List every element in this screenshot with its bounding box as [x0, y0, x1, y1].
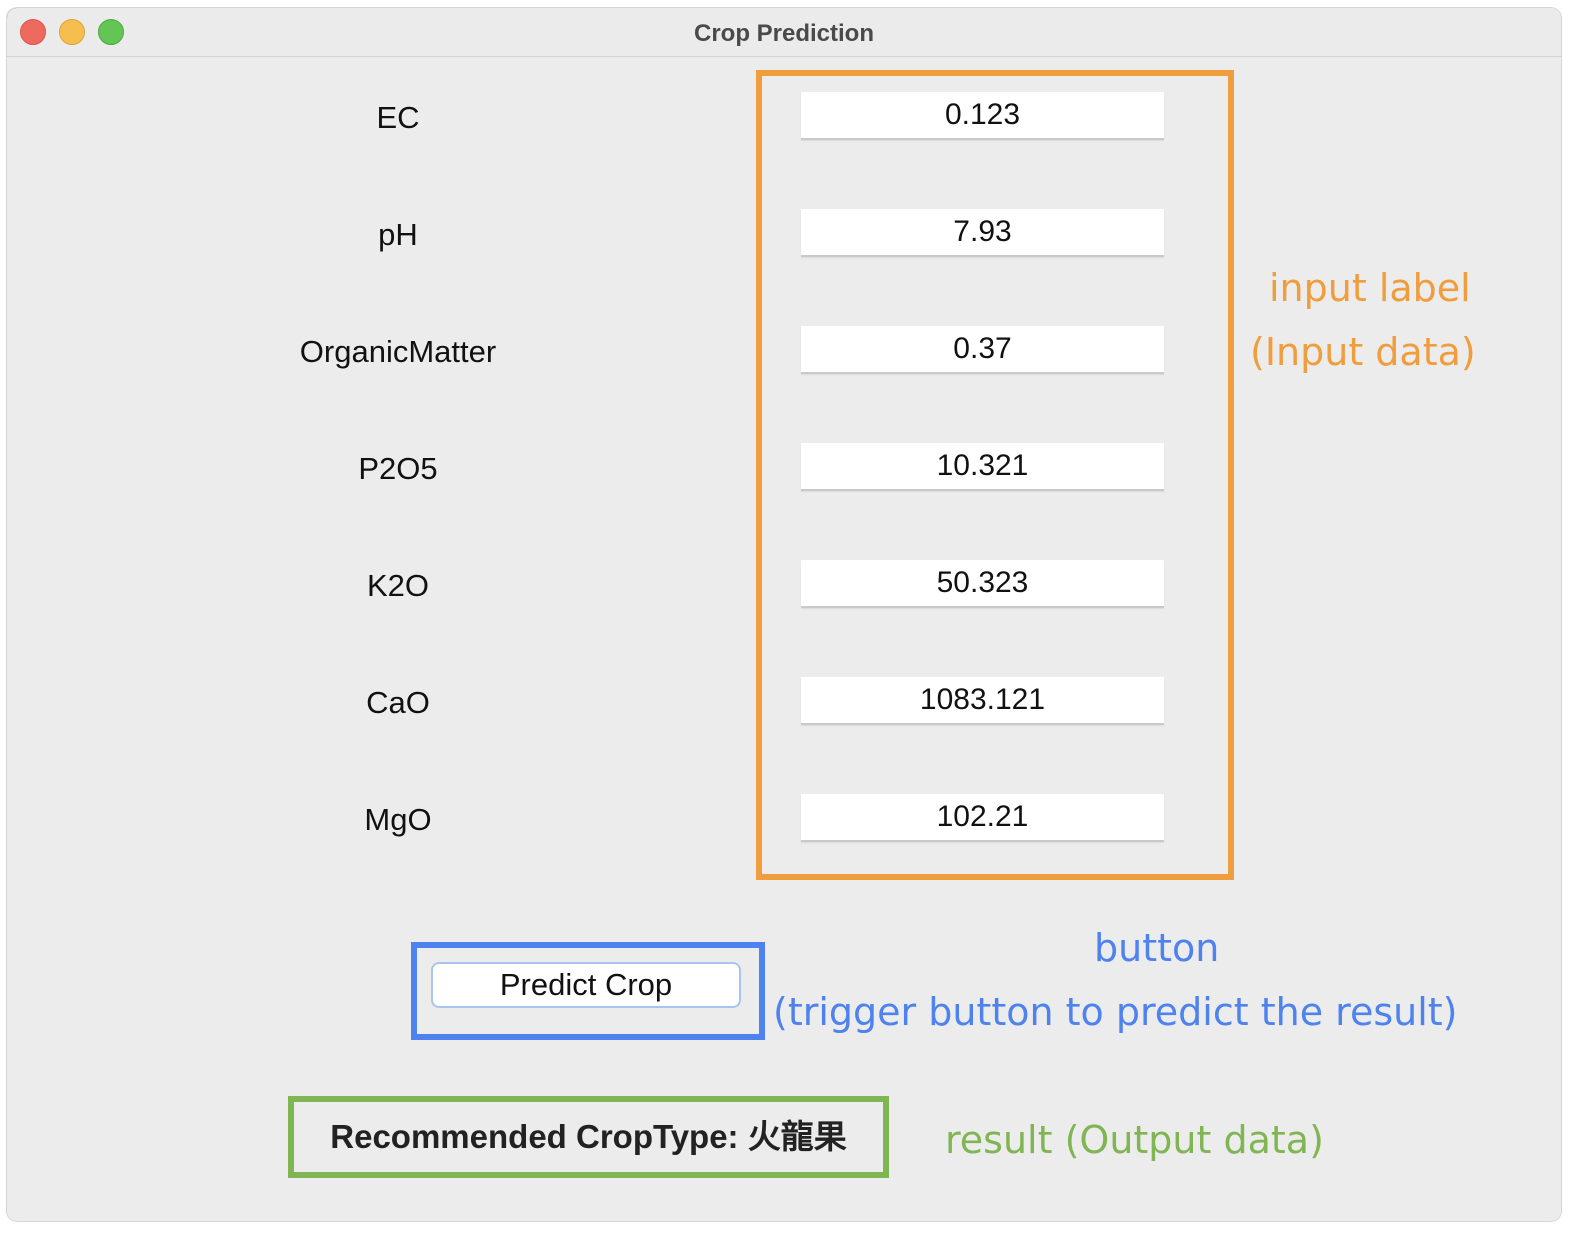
- predict-crop-button[interactable]: Predict Crop: [431, 962, 741, 1008]
- app-window: Crop Prediction EC pH OrganicMatter P2O5…: [7, 8, 1561, 1221]
- result-annotation: result (Output data): [945, 1118, 1324, 1162]
- result-label: Recommended CropType: 火龍果: [330, 1118, 847, 1155]
- field-label-organic-matter: OrganicMatter: [299, 334, 497, 369]
- field-label-ph: pH: [378, 217, 418, 252]
- input-highlight-box: [756, 70, 1234, 880]
- title-bar: Crop Prediction: [7, 8, 1561, 57]
- field-label-ec: EC: [376, 100, 420, 135]
- window-title: Crop Prediction: [693, 20, 874, 47]
- button-annotation-title: button: [1094, 926, 1220, 970]
- field-label-mgo: MgO: [364, 802, 432, 837]
- field-label-p2o5: P2O5: [358, 451, 438, 486]
- button-annotation-subtitle: (trigger button to predict the result): [773, 990, 1458, 1034]
- field-label-k2o: K2O: [366, 568, 430, 603]
- input-annotation-subtitle: (Input data): [1250, 330, 1476, 374]
- field-label-cao: CaO: [366, 685, 430, 720]
- input-annotation-title: input label: [1269, 266, 1471, 310]
